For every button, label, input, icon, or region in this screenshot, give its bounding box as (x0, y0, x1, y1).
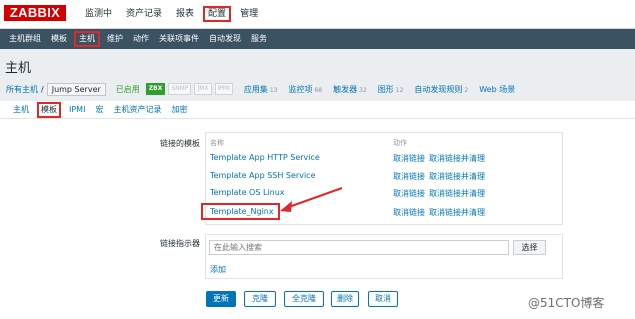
tab-templates[interactable]: 模板 (37, 101, 61, 118)
sub-nav-templates[interactable]: 模板 (46, 33, 72, 45)
breadcrumb-current-host[interactable]: Jump Server (46, 82, 106, 96)
template-actions: 取消链接 取消链接并清理 (393, 188, 485, 199)
top-nav-monitoring[interactable]: 监测中 (78, 8, 119, 20)
discovery-rules-count: 2 (464, 86, 469, 94)
template-actions: 取消链接 取消链接并清理 (393, 153, 485, 164)
triggers-label: 触发器 (333, 84, 358, 94)
triggers-count: 32 (359, 86, 367, 94)
jmx-availability-badge: JMX (194, 83, 212, 95)
sub-nav: 主机群组 模板 主机 维护 动作 关联项事件 自动发现 服务 (0, 29, 635, 49)
sub-nav-hosts[interactable]: 主机 (74, 31, 100, 47)
host-status[interactable]: 已启用 (116, 84, 140, 95)
web-scenarios-label: Web 场景 (479, 84, 516, 94)
add-link[interactable]: 添加 (210, 264, 226, 275)
graphs-count: 12 (395, 86, 404, 94)
graphs-label: 图形 (377, 84, 394, 94)
top-bar: ZABBIX 监测中 资产记录 报表 配置 管理 (0, 0, 635, 29)
breadcrumb-applications[interactable]: 应用集 13 (244, 84, 278, 95)
top-nav-reports[interactable]: 报表 (169, 8, 201, 20)
breadcrumb-triggers[interactable]: 触发器 32 (333, 84, 367, 95)
top-nav-inventory[interactable]: 资产记录 (119, 8, 169, 20)
unlink-and-clear-button[interactable]: 取消链接并清理 (429, 208, 485, 217)
cancel-button[interactable]: 取消 (368, 291, 398, 307)
ipmi-availability-badge: IPMI (214, 83, 233, 95)
select-button[interactable]: 选择 (513, 240, 546, 255)
unlink-and-clear-button[interactable]: 取消链接并清理 (429, 189, 485, 198)
breadcrumb-graphs[interactable]: 图形 12 (378, 84, 404, 95)
applications-label: 应用集 (243, 84, 268, 94)
breadcrumb: 所有主机 / Jump Server 已启用 ZBX SNMP JMX IPMI… (0, 81, 635, 97)
tab-inventory[interactable]: 主机资产记录 (108, 104, 166, 116)
column-name-header: 名称 (210, 139, 224, 147)
sub-nav-event-correlation[interactable]: 关联项事件 (154, 33, 204, 45)
top-nav-configuration[interactable]: 配置 (203, 6, 232, 22)
host-tabs: 主机 模板 IPMI 宏 主机资产记录 加密 (0, 101, 635, 119)
sub-nav-host-groups[interactable]: 主机群组 (4, 33, 46, 45)
tab-ipmi[interactable]: IPMI (64, 104, 90, 116)
unlink-button[interactable]: 取消链接 (393, 154, 425, 163)
watermark: @51CTO博客 (528, 296, 605, 310)
breadcrumb-discovery-rules[interactable]: 自动发现规则 2 (414, 84, 468, 95)
template-actions: 取消链接 取消链接并清理 (393, 207, 485, 218)
sub-nav-maintenance[interactable]: 维护 (102, 33, 128, 45)
unlink-button[interactable]: 取消链接 (393, 189, 425, 198)
applications-count: 13 (269, 86, 278, 94)
clone-button[interactable]: 克隆 (244, 291, 276, 307)
template-search-input[interactable] (209, 240, 509, 255)
link-indicator-label: 链接指示器 (160, 239, 200, 248)
breadcrumb-items[interactable]: 监控项 68 (288, 84, 322, 95)
full-clone-button[interactable]: 全克隆 (284, 291, 324, 307)
tab-macros[interactable]: 宏 (90, 104, 108, 116)
breadcrumb-all-hosts[interactable]: 所有主机 (6, 84, 38, 95)
column-action-header: 动作 (393, 139, 407, 147)
discovery-rules-label: 自动发现规则 (414, 84, 463, 94)
zbx-availability-badge: ZBX (145, 83, 166, 95)
delete-button[interactable]: 删除 (331, 291, 359, 307)
zabbix-logo[interactable]: ZABBIX (4, 5, 66, 21)
tab-host[interactable]: 主机 (8, 104, 34, 116)
top-nav-administration[interactable]: 管理 (233, 8, 265, 20)
page-title: 主机 (5, 61, 32, 76)
breadcrumb-web-scenarios[interactable]: Web 场景 (479, 84, 515, 95)
top-nav: 监测中 资产记录 报表 配置 管理 (78, 6, 265, 22)
template-link[interactable]: Template App HTTP Service (210, 153, 320, 162)
items-count: 68 (314, 86, 323, 94)
snmp-availability-badge: SNMP (168, 83, 192, 95)
unlink-and-clear-button[interactable]: 取消链接并清理 (429, 172, 485, 181)
annotation-arrow-icon (280, 187, 343, 212)
unlink-button[interactable]: 取消链接 (393, 208, 425, 217)
template-link[interactable]: Template App SSH Service (210, 171, 316, 180)
sub-nav-actions[interactable]: 动作 (128, 33, 154, 45)
sub-nav-discovery[interactable]: 自动发现 (204, 33, 246, 45)
items-label: 监控项 (288, 84, 313, 94)
sub-nav-services[interactable]: 服务 (246, 33, 272, 45)
breadcrumb-separator: / (41, 84, 44, 94)
tab-encryption[interactable]: 加密 (166, 104, 192, 116)
linked-templates-label: 链接的模板 (160, 139, 200, 148)
unlink-and-clear-button[interactable]: 取消链接并清理 (429, 154, 485, 163)
update-button[interactable]: 更新 (206, 291, 236, 307)
annotation-highlight-box (201, 203, 280, 220)
unlink-button[interactable]: 取消链接 (393, 172, 425, 181)
template-actions: 取消链接 取消链接并清理 (393, 171, 485, 182)
